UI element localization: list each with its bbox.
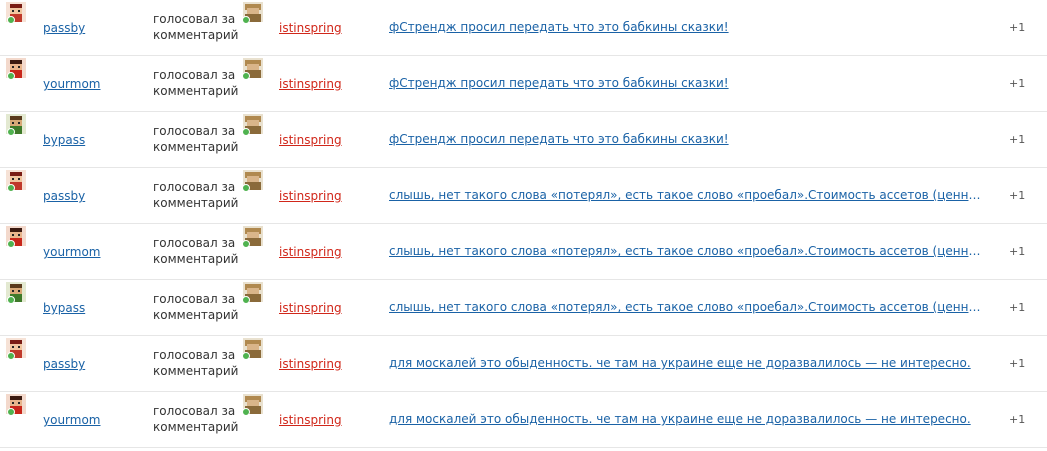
feed-row: yourmom голосовал за комментарий istinspri… — [0, 56, 1047, 112]
vote-score: +1 — [1009, 133, 1026, 146]
comment-link[interactable]: для москалей это обыденность. че там на … — [389, 412, 989, 426]
vote-score: +1 — [1009, 245, 1026, 258]
target-username-link[interactable]: istinspring — [279, 77, 342, 91]
online-status-icon — [7, 296, 15, 304]
target-online-status-icon — [242, 352, 250, 360]
online-status-icon — [7, 240, 15, 248]
feed-row: passby голосовал за комментарий istinsprin… — [0, 168, 1047, 224]
online-status-icon — [7, 408, 15, 416]
comment-link[interactable]: слышь, нет такого слова «потерял», есть … — [389, 244, 989, 258]
feed-row: bypass голосовал за комментарий istinsprin… — [0, 280, 1047, 336]
target-username-link[interactable]: istinspring — [279, 245, 342, 259]
target-username-link[interactable]: istinspring — [279, 413, 342, 427]
comment-link[interactable]: фСтрендж просил передать что это бабкины… — [389, 132, 989, 146]
action-text: голосовал за комментарий — [153, 348, 239, 378]
vote-score: +1 — [1009, 21, 1026, 34]
voter-username-link[interactable]: bypass — [43, 133, 85, 147]
target-username-link[interactable]: istinspring — [279, 133, 342, 147]
target-online-status-icon — [242, 408, 250, 416]
action-text: голосовал за комментарий — [153, 236, 239, 266]
voter-username-link[interactable]: yourmom — [43, 245, 101, 259]
comment-link[interactable]: фСтрендж просил передать что это бабкины… — [389, 76, 989, 90]
target-username-link[interactable]: istinspring — [279, 21, 342, 35]
target-online-status-icon — [242, 240, 250, 248]
comment-link[interactable]: для москалей это обыденность. че там на … — [389, 356, 989, 370]
comment-link[interactable]: слышь, нет такого слова «потерял», есть … — [389, 300, 989, 314]
online-status-icon — [7, 16, 15, 24]
target-online-status-icon — [242, 296, 250, 304]
vote-score: +1 — [1009, 301, 1026, 314]
target-username-link[interactable]: istinspring — [279, 301, 342, 315]
voter-username-link[interactable]: bypass — [43, 301, 85, 315]
action-text: голосовал за комментарий — [153, 68, 239, 98]
feed-row: bypass голосовал за комментарий istinsprin… — [0, 112, 1047, 168]
vote-score: +1 — [1009, 413, 1026, 426]
target-online-status-icon — [242, 128, 250, 136]
action-text: голосовал за комментарий — [153, 12, 239, 42]
online-status-icon — [7, 352, 15, 360]
voter-username-link[interactable]: passby — [43, 21, 85, 35]
target-online-status-icon — [242, 184, 250, 192]
target-online-status-icon — [242, 72, 250, 80]
target-username-link[interactable]: istinspring — [279, 357, 342, 371]
action-text: голосовал за комментарий — [153, 124, 239, 154]
target-online-status-icon — [242, 16, 250, 24]
feed-row: passby голосовал за комментарий istinsprin… — [0, 0, 1047, 56]
action-text: голосовал за комментарий — [153, 404, 239, 434]
online-status-icon — [7, 72, 15, 80]
voter-username-link[interactable]: passby — [43, 189, 85, 203]
vote-score: +1 — [1009, 189, 1026, 202]
feed-row: yourmom голосовал за комментарий istinspri… — [0, 224, 1047, 280]
comment-link[interactable]: слышь, нет такого слова «потерял», есть … — [389, 188, 989, 202]
voter-username-link[interactable]: passby — [43, 357, 85, 371]
feed-row: yourmom голосовал за комментарий istinspri… — [0, 392, 1047, 448]
voter-username-link[interactable]: yourmom — [43, 413, 101, 427]
online-status-icon — [7, 184, 15, 192]
action-text: голосовал за комментарий — [153, 292, 239, 322]
comment-link[interactable]: фСтрендж просил передать что это бабкины… — [389, 20, 989, 34]
action-text: голосовал за комментарий — [153, 180, 239, 210]
feed-row: passby голосовал за комментарий istinsprin… — [0, 336, 1047, 392]
vote-score: +1 — [1009, 77, 1026, 90]
online-status-icon — [7, 128, 15, 136]
activity-feed: passby голосовал за комментарий istinsprin… — [0, 0, 1047, 448]
vote-score: +1 — [1009, 357, 1026, 370]
voter-username-link[interactable]: yourmom — [43, 77, 101, 91]
target-username-link[interactable]: istinspring — [279, 189, 342, 203]
